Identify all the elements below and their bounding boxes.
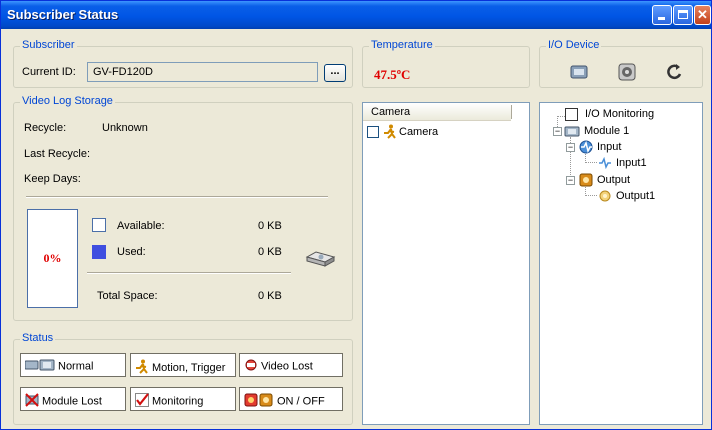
minimize-button[interactable] (652, 5, 672, 25)
maximize-button[interactable] (673, 5, 693, 25)
current-id-label: Current ID: (22, 66, 76, 78)
total-space-value: 0 KB (258, 290, 282, 302)
temperature-legend: Temperature (369, 39, 435, 51)
camera-running-man-icon (383, 124, 397, 142)
output1-icon (598, 189, 612, 206)
output1-label[interactable]: Output1 (616, 190, 655, 202)
normal-icon (24, 359, 55, 374)
module-collapse-toggle[interactable]: − (553, 127, 562, 136)
last-recycle-label: Last Recycle: (24, 148, 91, 160)
usage-percent: 0% (43, 251, 62, 265)
module-lost-icon (25, 393, 39, 410)
on-off-icons (244, 393, 274, 410)
status-legend: Status (20, 332, 56, 344)
window-title: Subscriber Status (7, 7, 119, 22)
current-id-field[interactable]: GV-FD120D (87, 62, 318, 82)
module-label[interactable]: Module 1 (584, 125, 629, 137)
video-lost-icon (244, 359, 258, 374)
usage-percent-box: 0% (27, 209, 78, 308)
input-label[interactable]: Input (597, 141, 621, 153)
input-collapse-toggle[interactable]: − (566, 143, 575, 152)
used-value: 0 KB (258, 246, 282, 258)
status-group: Status (13, 332, 353, 425)
input1-icon (598, 156, 612, 172)
column-separator (511, 105, 512, 119)
title-bar[interactable]: Subscriber Status ✕ (1, 1, 711, 29)
status-video-lost-label: Video Lost (261, 360, 313, 373)
refresh-icon[interactable] (667, 63, 683, 84)
camera-item-label[interactable]: Camera (399, 126, 438, 138)
output-collapse-toggle[interactable]: − (566, 176, 575, 185)
keep-days-label: Keep Days: (24, 173, 81, 185)
io-monitoring-label[interactable]: I/O Monitoring (585, 108, 654, 120)
storage-legend: Video Log Storage (20, 95, 115, 107)
status-module-lost: Module Lost (20, 387, 126, 411)
status-module-lost-label: Module Lost (42, 395, 102, 408)
motion-trigger-icon (135, 359, 149, 377)
status-on-off: ON / OFF (239, 387, 343, 411)
status-motion-label: Motion, Trigger (152, 361, 226, 374)
tree-line (585, 162, 597, 163)
io-tree-panel: I/O Monitoring − Module 1 − Input Input1… (539, 102, 703, 425)
output-label[interactable]: Output (597, 174, 630, 186)
status-monitoring: Monitoring (130, 387, 236, 411)
subscriber-status-window: Subscriber Status ✕ Subscriber Current I… (0, 0, 712, 430)
close-button[interactable]: ✕ (694, 5, 711, 25)
camera-checkbox[interactable] (367, 126, 379, 138)
status-normal: Normal (20, 353, 126, 377)
hard-disk-icon (304, 249, 336, 272)
monitoring-check-icon (135, 393, 149, 410)
input-icon (579, 140, 593, 157)
storage-divider (26, 196, 328, 198)
output-icon (579, 173, 593, 190)
browse-button[interactable]: ... (324, 64, 346, 82)
subscriber-group: Subscriber Current ID: GV-FD120D ... (13, 39, 353, 88)
subscriber-legend: Subscriber (20, 39, 77, 51)
status-video-lost: Video Lost (239, 353, 343, 377)
available-swatch (92, 218, 106, 232)
available-label: Available: (117, 220, 165, 232)
camera-list-panel: Camera Camera (362, 102, 530, 425)
total-space-label: Total Space: (97, 290, 158, 302)
tree-line (557, 116, 565, 117)
close-icon: ✕ (697, 7, 708, 22)
io-device-group: I/O Device (539, 39, 703, 88)
input1-label[interactable]: Input1 (616, 157, 647, 169)
io-monitoring-checkbox[interactable] (565, 108, 578, 121)
total-divider (87, 272, 291, 274)
used-swatch (92, 245, 106, 259)
recycle-value: Unknown (102, 122, 148, 134)
recycle-label: Recycle: (24, 122, 67, 134)
tree-line (585, 195, 597, 196)
speaker-icon[interactable] (618, 63, 636, 84)
status-on-off-label: ON / OFF (277, 395, 325, 408)
temperature-group: Temperature 47.5ºC (362, 39, 530, 88)
temperature-value: 47.5ºC (374, 67, 411, 82)
io-device-legend: I/O Device (546, 39, 602, 51)
status-monitoring-label: Monitoring (152, 395, 204, 408)
module-icon (564, 125, 580, 140)
camera-column-header[interactable]: Camera (363, 103, 511, 121)
status-normal-label: Normal (58, 360, 94, 373)
available-value: 0 KB (258, 220, 282, 232)
used-label: Used: (117, 246, 146, 258)
io-box-icon[interactable] (570, 64, 588, 83)
minimize-icon (658, 17, 665, 20)
status-motion-trigger: Motion, Trigger (130, 353, 236, 377)
maximize-icon (678, 10, 688, 19)
